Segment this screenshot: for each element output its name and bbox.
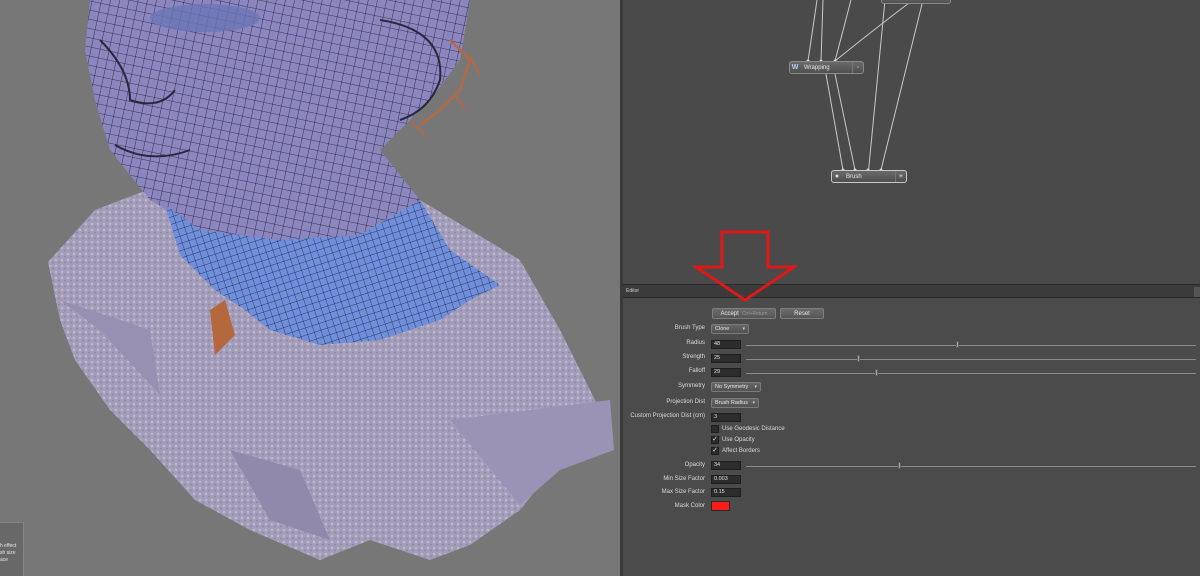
strength-label: Strength (682, 354, 705, 360)
brush-node[interactable]: ● Brush ☀ (831, 170, 907, 183)
lightbulb-icon[interactable]: ☀ (895, 171, 906, 182)
custom-projection-label: Custom Projection Dist (cm) (630, 413, 705, 419)
wrapping-node-label: Wrapping (804, 64, 830, 71)
max-size-input[interactable]: 0.15 (711, 488, 741, 497)
viewport-hud: h effect sh size ace (0, 522, 24, 576)
falloff-label: Falloff (688, 368, 705, 374)
strength-input[interactable]: 25 (711, 354, 741, 363)
wrapping-node[interactable]: W Wrapping ▫ (789, 61, 864, 74)
3d-viewport[interactable]: h effect sh size ace (0, 0, 620, 576)
mask-color-label: Mask Color (674, 503, 705, 509)
min-size-input[interactable]: 0.003 (711, 475, 741, 484)
falloff-input[interactable]: 29 (711, 368, 741, 377)
hud-line: h effect (0, 543, 17, 549)
upstream-node[interactable] (881, 0, 951, 4)
use-opacity-label: Use Opacity (722, 437, 755, 443)
symmetry-label: Symmetry (678, 383, 705, 389)
max-size-label: Max Size Factor (661, 489, 705, 495)
symmetry-dropdown[interactable]: No Symmetry ▾ (711, 382, 761, 392)
opacity-slider-handle[interactable] (897, 462, 901, 469)
editor-title: Editor (626, 288, 640, 294)
reset-label: Reset (794, 310, 810, 317)
node-toggle-icon[interactable]: ▫ (852, 62, 863, 73)
chevron-down-icon: ▾ (754, 384, 757, 390)
affect-borders-checkbox[interactable]: ✓ (711, 447, 719, 455)
accept-label: Accept (720, 310, 739, 317)
use-opacity-checkbox[interactable]: ✓ (711, 436, 719, 444)
reset-button[interactable]: Reset (780, 308, 824, 319)
projection-dist-value: Brush Radius (715, 400, 749, 406)
chevron-down-icon: ▾ (752, 400, 755, 406)
chevron-down-icon: ▾ (742, 326, 745, 332)
hud-line: sh size (0, 550, 16, 556)
radius-slider[interactable] (746, 345, 1196, 346)
editor-header: Editor (623, 284, 1200, 298)
opacity-label: Opacity (684, 462, 705, 468)
brush-icon: ● (834, 173, 840, 180)
opacity-input[interactable]: 34 (711, 461, 741, 470)
mesh-render (48, 0, 614, 560)
falloff-slider[interactable] (746, 373, 1196, 374)
node-connections (806, 0, 924, 177)
brush-type-label: Brush Type (674, 325, 705, 331)
editor-panel: Accept Ctrl+Return Reset Brush Type Clon… (623, 298, 1200, 576)
radius-slider-handle[interactable] (956, 341, 959, 348)
falloff-slider-handle[interactable] (875, 369, 878, 376)
mask-color-swatch[interactable] (711, 501, 730, 511)
affect-borders-label: Affect Borders (722, 448, 760, 454)
wrapping-icon: W (791, 64, 799, 71)
strength-slider-handle[interactable] (857, 355, 860, 362)
brush-type-dropdown[interactable]: Clone ▾ (711, 324, 749, 334)
node-graph[interactable]: W Wrapping ▫ ● Brush ☀ (623, 0, 1200, 284)
brush-node-label: Brush (846, 173, 862, 180)
use-geodesic-label: Use Geodesic Distance (722, 426, 785, 432)
hud-line: ace (0, 557, 9, 563)
custom-projection-input[interactable]: 3 (711, 413, 741, 422)
min-size-label: Min Size Factor (663, 476, 705, 482)
opacity-slider[interactable] (746, 466, 1196, 467)
brush-type-value: Clone (715, 326, 730, 332)
editor-scroll-handle[interactable] (1194, 287, 1200, 297)
radius-input[interactable]: 48 (711, 340, 741, 349)
use-geodesic-checkbox[interactable] (711, 425, 719, 433)
accept-button[interactable]: Accept Ctrl+Return (712, 308, 776, 319)
projection-dist-dropdown[interactable]: Brush Radius ▾ (711, 398, 759, 408)
accept-shortcut-hint: Ctrl+Return (741, 310, 768, 317)
projection-dist-label: Projection Dist (666, 399, 705, 405)
strength-slider[interactable] (746, 359, 1196, 360)
radius-label: Radius (686, 340, 705, 346)
symmetry-value: No Symmetry (715, 384, 749, 390)
